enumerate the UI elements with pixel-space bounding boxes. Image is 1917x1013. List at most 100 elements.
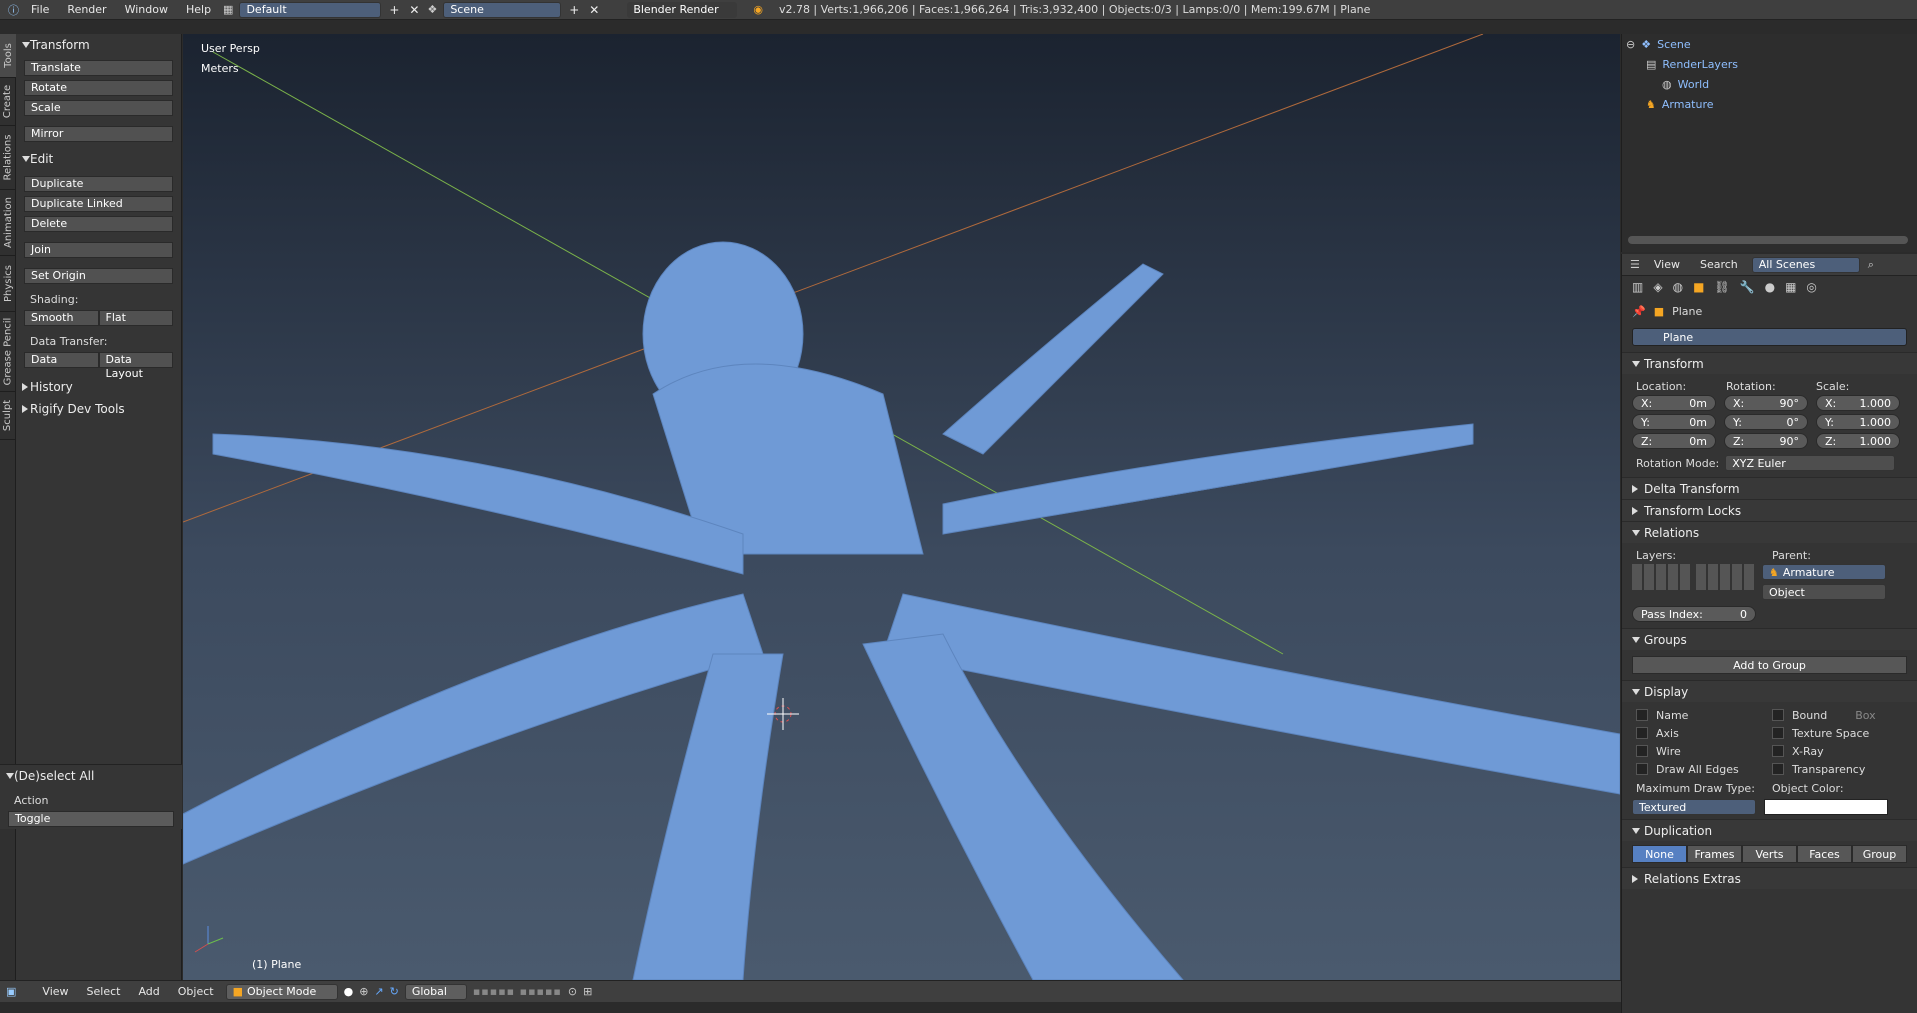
manipulator-icon[interactable]: ↗ xyxy=(374,985,383,998)
screen-layout-icon[interactable]: ▦ xyxy=(223,3,233,16)
object-tab-icon[interactable]: ■ xyxy=(1693,280,1704,294)
world-tab-icon[interactable]: ◍ xyxy=(1673,280,1683,294)
dup-verts-button[interactable]: Verts xyxy=(1742,845,1797,863)
constraints-tab-icon[interactable]: ⛓ xyxy=(1714,280,1729,294)
panel-transform-header[interactable]: Transform xyxy=(16,36,181,54)
rotate-button[interactable]: Rotate xyxy=(24,80,173,96)
scale-z-field[interactable]: Z: 1.000 xyxy=(1816,433,1900,449)
max-draw-type-select[interactable]: Textured xyxy=(1632,799,1756,815)
operator-panel-header[interactable]: (De)select All xyxy=(0,767,182,785)
outliner-row-world[interactable]: ◍ World xyxy=(1622,74,1917,94)
tab-grease-pencil[interactable]: Grease Pencil xyxy=(0,312,16,392)
scene-icon[interactable]: ❖ xyxy=(427,3,437,16)
viewport-shading-icon[interactable]: ● xyxy=(344,985,354,998)
duplicate-linked-button[interactable]: Duplicate Linked xyxy=(24,196,173,212)
outliner-scrollbar[interactable] xyxy=(1628,236,1908,244)
outliner-row-armature[interactable]: ♞ Armature xyxy=(1622,94,1917,114)
rotation-y-field[interactable]: Y: 0° xyxy=(1724,414,1808,430)
menu-object[interactable]: Object xyxy=(172,985,220,998)
dup-faces-button[interactable]: Faces xyxy=(1797,845,1852,863)
flat-button[interactable]: Flat xyxy=(98,310,173,326)
relations-extras-header[interactable]: Relations Extras xyxy=(1622,867,1917,889)
location-y-field[interactable]: Y: 0m xyxy=(1632,414,1716,430)
remove-scene-icon[interactable]: ✕ xyxy=(587,3,601,17)
parent-field[interactable]: ♞ Armature xyxy=(1762,564,1886,580)
snap-icon[interactable]: ⊙ xyxy=(568,985,577,998)
tab-create[interactable]: Create xyxy=(0,78,16,126)
join-button[interactable]: Join xyxy=(24,242,173,258)
tab-sculpt[interactable]: Sculpt xyxy=(0,392,16,440)
groups-header[interactable]: Groups xyxy=(1622,628,1917,650)
delta-transform-header[interactable]: Delta Transform xyxy=(1622,477,1917,499)
outliner-row-renderlayers[interactable]: ▤ RenderLayers xyxy=(1622,54,1917,74)
menu-help[interactable]: Help xyxy=(180,3,217,16)
dup-group-button[interactable]: Group xyxy=(1852,845,1907,863)
scene-tab-icon[interactable]: ◈ xyxy=(1653,280,1662,294)
data-button[interactable]: Data xyxy=(24,352,99,368)
rotation-z-field[interactable]: Z: 90° xyxy=(1724,433,1808,449)
editor-type-icon[interactable]: ▣ xyxy=(6,985,16,998)
menu-file[interactable]: File xyxy=(25,3,55,16)
props-menu-view[interactable]: View xyxy=(1648,258,1686,271)
xray-checkbox[interactable]: X-Ray xyxy=(1772,742,1876,760)
panel-history-header[interactable]: History xyxy=(16,378,181,396)
scale-x-field[interactable]: X: 1.000 xyxy=(1816,395,1900,411)
set-origin-select[interactable]: Set Origin xyxy=(24,268,173,284)
parent-type-select[interactable]: Object xyxy=(1762,584,1886,600)
wire-checkbox[interactable]: Wire xyxy=(1636,742,1772,760)
relations-header[interactable]: Relations xyxy=(1622,521,1917,543)
duplicate-button[interactable]: Duplicate xyxy=(24,176,173,192)
menu-add[interactable]: Add xyxy=(132,985,165,998)
expand-icon[interactable]: ⊖ xyxy=(1626,38,1635,51)
physics-tab-icon[interactable]: ◎ xyxy=(1806,280,1816,294)
action-select[interactable]: Toggle xyxy=(8,811,174,827)
bound-checkbox[interactable]: Bound Box xyxy=(1772,706,1876,724)
search-icon[interactable]: ⌕ xyxy=(1868,258,1874,272)
display-header[interactable]: Display xyxy=(1622,680,1917,702)
dup-frames-button[interactable]: Frames xyxy=(1687,845,1742,863)
layers-grid[interactable] xyxy=(1632,564,1754,600)
transform-locks-header[interactable]: Transform Locks xyxy=(1622,499,1917,521)
menu-select[interactable]: Select xyxy=(81,985,127,998)
object-color-swatch[interactable] xyxy=(1764,799,1888,815)
texture-space-checkbox[interactable]: Texture Space xyxy=(1772,724,1876,742)
modifiers-tab-icon[interactable]: 🔧 xyxy=(1740,280,1755,294)
add-to-group-button[interactable]: Add to Group xyxy=(1632,656,1907,674)
axis-checkbox[interactable]: Axis xyxy=(1636,724,1772,742)
3d-viewport[interactable]: User Persp Meters (1) Plane xyxy=(183,34,1620,980)
pivot-icon[interactable]: ⊕ xyxy=(359,985,368,998)
transparency-checkbox[interactable]: Transparency xyxy=(1772,760,1876,778)
scene-field[interactable]: Scene xyxy=(443,1,562,18)
scenes-select[interactable]: All Scenes xyxy=(1751,256,1860,273)
tab-relations[interactable]: Relations xyxy=(0,126,16,190)
outliner-row-scene[interactable]: ⊖ ❖ Scene xyxy=(1622,34,1917,54)
smooth-button[interactable]: Smooth xyxy=(24,310,99,326)
layers-icon[interactable]: ▪▪▪▪▪ ▪▪▪▪▪ xyxy=(473,985,562,998)
delete-button[interactable]: Delete xyxy=(24,216,173,232)
render-engine-select[interactable]: Blender Render xyxy=(627,1,738,18)
data-layout-button[interactable]: Data Layout xyxy=(98,352,173,380)
render-icon[interactable]: ⊞ xyxy=(583,985,592,998)
info-icon[interactable]: ⓘ xyxy=(8,2,19,18)
remove-screen-icon[interactable]: ✕ xyxy=(407,3,421,17)
panel-rigify-header[interactable]: Rigify Dev Tools xyxy=(16,400,181,418)
duplication-header[interactable]: Duplication xyxy=(1622,819,1917,841)
pin-icon[interactable]: 📌 xyxy=(1632,305,1646,318)
tab-physics[interactable]: Physics xyxy=(0,256,16,312)
scale-y-field[interactable]: Y: 1.000 xyxy=(1816,414,1900,430)
object-name-field[interactable]: Plane xyxy=(1632,328,1907,346)
translate-button[interactable]: Translate xyxy=(24,60,173,76)
scale-button[interactable]: Scale xyxy=(24,100,173,116)
rotation-mode-select[interactable]: XYZ Euler xyxy=(1725,455,1896,471)
add-scene-icon[interactable]: + xyxy=(567,3,581,17)
rotate-manipulator-icon[interactable]: ↻ xyxy=(390,985,399,998)
material-tab-icon[interactable]: ● xyxy=(1765,280,1775,294)
screen-layout-field[interactable]: Default xyxy=(239,1,382,18)
panel-edit-header[interactable]: Edit xyxy=(16,150,181,168)
location-z-field[interactable]: Z: 0m xyxy=(1632,433,1716,449)
bound-type-select[interactable]: Box xyxy=(1855,709,1875,722)
tab-tools[interactable]: Tools xyxy=(0,34,16,78)
location-x-field[interactable]: X: 0m xyxy=(1632,395,1716,411)
texture-tab-icon[interactable]: ▦ xyxy=(1785,280,1796,294)
add-screen-icon[interactable]: + xyxy=(387,3,401,17)
